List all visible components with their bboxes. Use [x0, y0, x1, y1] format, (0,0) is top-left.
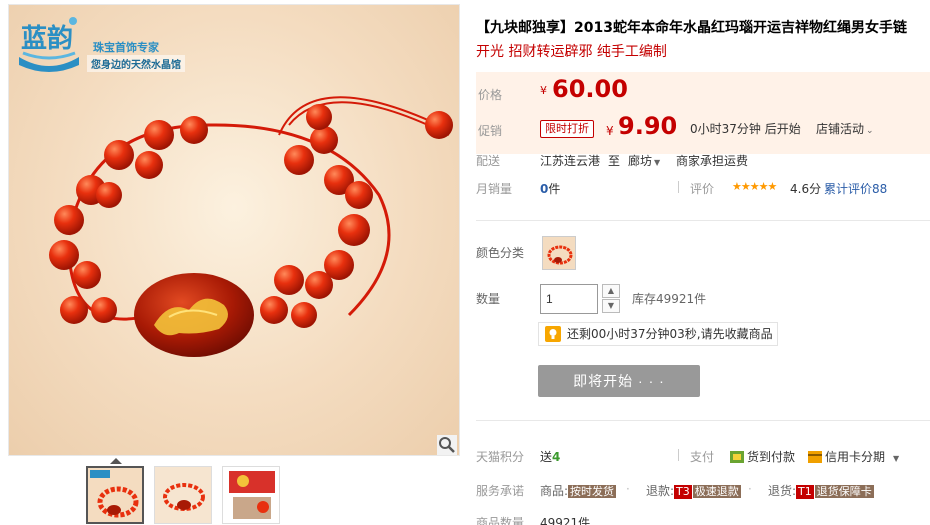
rating-score: 4.6分 — [790, 182, 822, 196]
original-price-currency: ¥ — [540, 84, 547, 97]
thumbnail-1[interactable] — [86, 466, 144, 524]
service-refund-label: 退款: — [646, 484, 675, 498]
thumbnail-3-image — [223, 467, 279, 523]
brand-name: 珠宝首饰专家 — [93, 41, 159, 54]
divider — [476, 220, 930, 221]
delivery-to-word: 至 — [608, 154, 621, 168]
quantity-input[interactable] — [540, 284, 598, 314]
item-count-label: 商品数量 — [476, 516, 525, 525]
service-goods: 商品: 按时发货 — [540, 482, 617, 499]
buy-button[interactable]: 即将开始 · · · — [538, 365, 700, 397]
cash-on-delivery-label: 货到付款 — [747, 450, 796, 464]
promo-price: 9.90 — [618, 112, 678, 140]
color-option-image — [543, 237, 575, 269]
price-label: 价格 — [478, 88, 503, 102]
promo-label: 促销 — [478, 124, 503, 138]
cash-on-delivery: 货到付款 — [730, 448, 795, 465]
product-detail-panel: 【九块邮独享】2013蛇年本命年水晶红玛瑙开运吉祥物红绳男女手链 开光 招财转运… — [476, 4, 930, 525]
shop-activity-dropdown[interactable]: 店铺活动 ⌄ — [816, 120, 874, 137]
service-return-code: T1 — [796, 485, 814, 499]
delivery-from: 江苏连云港 — [540, 154, 601, 168]
cash-on-delivery-icon — [730, 451, 744, 463]
divider — [476, 420, 930, 421]
delivery-label: 配送 — [476, 154, 501, 168]
svg-text:蓝韵: 蓝韵 — [21, 23, 73, 53]
thumbnail-selected-arrow — [110, 458, 122, 464]
shop-activity-label: 店铺活动 — [816, 122, 865, 136]
color-label: 颜色分类 — [476, 246, 525, 260]
service-return-label: 退货: — [768, 484, 797, 498]
brand-logo-icon: 蓝韵 — [19, 17, 79, 72]
zoom-icon[interactable] — [437, 435, 457, 455]
promo-tag-badge: 限时打折 — [540, 120, 594, 138]
delivery-destination-select[interactable]: 廊坊 ▼ — [628, 152, 660, 169]
service-refund-code: T3 — [674, 485, 692, 499]
tmall-points-label: 天猫积分 — [476, 450, 525, 464]
separator-dot: · — [626, 482, 630, 496]
favorite-reminder-tip: 还剩00小时37分钟03秒,请先收藏商品 — [538, 322, 778, 346]
monthly-sales-label: 月销量 — [476, 182, 513, 196]
thumbnail-2[interactable] — [154, 466, 212, 524]
delivery-destination: 廊坊 — [628, 154, 653, 168]
credit-installment-label: 信用卡分期 — [825, 450, 886, 464]
credit-installment-dropdown[interactable]: 信用卡分期 ▼ — [808, 448, 899, 465]
service-goods-badge[interactable]: 按时发货 — [568, 485, 617, 498]
caret-down-icon: ▼ — [654, 158, 661, 167]
service-refund-badge[interactable]: 极速退款 — [692, 485, 741, 498]
bracelet-photo — [49, 96, 453, 357]
service-refund: 退款: T3 极速退款 — [646, 482, 741, 499]
total-reviews-link[interactable]: 累计评价88 — [824, 180, 887, 197]
separator-dot: · — [748, 482, 752, 496]
payment-label: 支付 — [690, 450, 715, 464]
item-count: 49921件 — [540, 516, 591, 525]
promo-price-currency: ¥ — [606, 124, 614, 138]
divider-vertical — [678, 449, 679, 461]
color-option-swatch[interactable] — [542, 236, 576, 270]
service-return: 退货: T1 退货保障卡 — [768, 482, 874, 499]
quantity-label: 数量 — [476, 292, 501, 306]
thumbnail-1-image — [88, 468, 142, 522]
promo-countdown: 0小时37分钟 后开始 — [690, 122, 801, 136]
product-gallery: 蓝韵 珠宝首饰专家 您身边的天然水晶馆 — [8, 4, 460, 525]
thumbnail-2-image — [155, 467, 211, 523]
favorite-reminder-text: 还剩00小时37分钟03秒,请先收藏商品 — [567, 327, 773, 341]
service-goods-label: 商品: — [540, 484, 569, 498]
rating-label: 评价 — [690, 182, 715, 196]
brand-slogan: 您身边的天然水晶馆 — [87, 55, 185, 72]
thumbnail-3[interactable] — [222, 466, 280, 524]
caret-down-icon: ▼ — [893, 454, 900, 463]
price-box: 价格 ¥ 60.00 促销 限时打折 ¥ 9.90 0小时37分钟 后开始 店铺… — [476, 72, 930, 154]
tmall-points-amount: 4 — [552, 450, 561, 464]
monthly-sales: 0件 — [540, 180, 560, 197]
original-price: 60.00 — [552, 75, 628, 103]
lightbulb-icon — [545, 326, 561, 342]
tmall-points: 送4 — [540, 448, 560, 465]
quantity-decrease-button[interactable]: ▼ — [602, 299, 620, 313]
tmall-points-send: 送 — [540, 450, 553, 464]
product-title: 【九块邮独享】2013蛇年本命年水晶红玛瑙开运吉祥物红绳男女手链 — [476, 20, 907, 36]
stock-count: 库存49921件 — [632, 292, 707, 306]
chevron-down-icon: ⌄ — [866, 126, 874, 136]
service-return-badge[interactable]: 退货保障卡 — [814, 485, 874, 498]
credit-card-icon — [808, 451, 822, 463]
monthly-sales-unit: 件 — [548, 182, 561, 196]
chevron-up-icon: ▲ — [607, 286, 615, 295]
chevron-down-icon: ▼ — [607, 301, 615, 310]
service-promise-label: 服务承诺 — [476, 484, 525, 498]
delivery-freight: 商家承担运费 — [676, 154, 749, 168]
rating-stars: ★★★★★ — [732, 180, 777, 193]
quantity-increase-button[interactable]: ▲ — [602, 284, 620, 298]
brand-logo: 蓝韵 珠宝首饰专家 您身边的天然水晶馆 — [15, 13, 205, 83]
divider-vertical — [678, 181, 679, 193]
thumbnail-strip — [86, 458, 346, 524]
product-subtitle: 开光 招财转运辟邪 纯手工编制 — [476, 44, 667, 60]
main-product-image[interactable]: 蓝韵 珠宝首饰专家 您身边的天然水晶馆 — [8, 4, 460, 456]
